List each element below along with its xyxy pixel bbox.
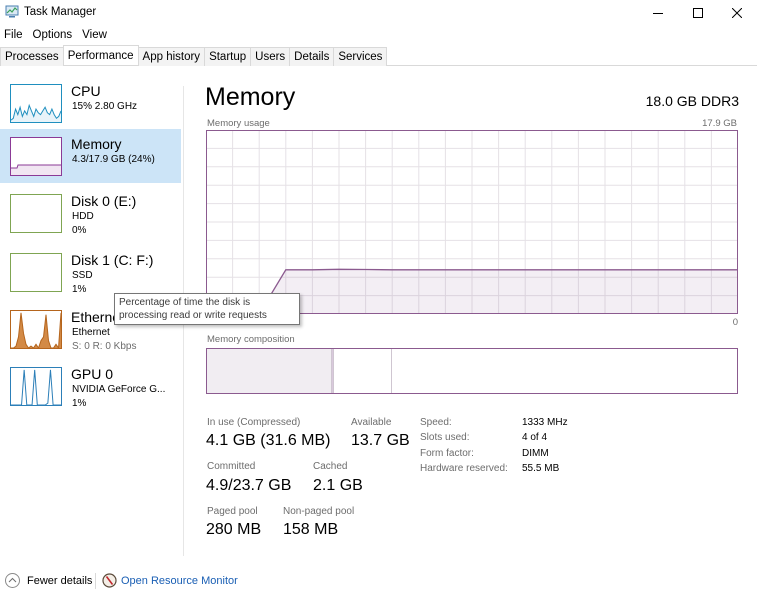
window-title: Task Manager <box>24 6 97 18</box>
title-bar: Task Manager <box>0 0 757 26</box>
cached-label: Cached <box>313 461 348 472</box>
menu-view[interactable]: View <box>77 27 112 45</box>
gpu-history-line <box>11 369 61 405</box>
tab-startup[interactable]: Startup <box>204 47 252 66</box>
memory-spec: 18.0 GB DDR3 <box>645 93 739 109</box>
available-label: Available <box>351 417 392 428</box>
memory-usage-chart <box>206 130 738 314</box>
sidebar-item-detail: NVIDIA GeForce G... <box>72 384 166 395</box>
ethernet-thumbnail-graph <box>10 310 62 349</box>
menu-file[interactable]: File <box>0 27 28 45</box>
sidebar-item-usage: 1% <box>72 398 87 409</box>
sidebar-item-name: CPU <box>71 83 101 99</box>
memory-composition-label: Memory composition <box>207 334 295 345</box>
sidebar-item-gpu-0[interactable]: GPU 0 NVIDIA GeForce G... 1% <box>0 359 181 413</box>
sidebar-item-detail: Ethernet <box>72 327 110 338</box>
composition-segment-free[interactable] <box>392 349 737 393</box>
speed-value: 1333 MHz <box>522 417 568 428</box>
tab-strip: Processes Performance App history Startu… <box>0 45 757 66</box>
close-icon <box>732 8 742 18</box>
gpu-thumbnail-graph <box>10 367 62 406</box>
tab-users[interactable]: Users <box>250 47 291 66</box>
cpu-thumbnail-graph <box>10 84 62 123</box>
resource-monitor-icon <box>102 573 117 588</box>
hardware-reserved-label: Hardware reserved: <box>420 463 508 474</box>
in-use-label: In use (Compressed) <box>207 417 301 428</box>
speed-label: Speed: <box>420 417 452 428</box>
close-button[interactable] <box>717 0 757 26</box>
sidebar-item-memory[interactable]: Memory 4.3/17.9 GB (24%) <box>0 129 181 183</box>
sidebar-item-detail: 4.3/17.9 GB (24%) <box>72 154 155 165</box>
composition-segment-standby[interactable] <box>334 349 393 393</box>
sidebar-item-usage: 0% <box>72 225 87 236</box>
paged-pool-value: 280 MB <box>206 521 262 538</box>
sidebar-item-cpu[interactable]: CPU 15% 2.80 GHz <box>0 76 181 130</box>
sidebar-item-detail: 15% 2.80 GHz <box>72 101 138 112</box>
minimize-button[interactable] <box>638 0 678 26</box>
sidebar-item-name: Memory <box>71 136 122 152</box>
non-paged-pool-value: 158 MB <box>283 521 339 538</box>
tooltip-line: Percentage of time the disk is <box>119 297 251 308</box>
tab-services[interactable]: Services <box>333 47 388 66</box>
committed-value: 4.9/23.7 GB <box>206 477 292 494</box>
slots-used-label: Slots used: <box>420 432 470 443</box>
tab-processes[interactable]: Processes <box>0 47 64 66</box>
form-factor-label: Form factor: <box>420 448 474 459</box>
maximize-icon <box>693 8 703 18</box>
memory-composition-bar <box>206 348 738 394</box>
task-manager-icon <box>5 5 19 18</box>
menu-bar: File Options View <box>0 27 112 45</box>
sidebar-item-throughput: S: 0 R: 0 Kbps <box>72 341 137 352</box>
maximize-button[interactable] <box>678 0 718 26</box>
ethernet-history-area <box>11 312 61 348</box>
memory-usage-label: Memory usage <box>207 118 270 129</box>
tab-details[interactable]: Details <box>289 47 335 66</box>
cached-value: 2.1 GB <box>313 477 363 494</box>
tab-app-history[interactable]: App history <box>137 47 206 66</box>
sidebar-item-disk-1[interactable]: Disk 1 (C: F:) SSD 1% <box>0 245 181 299</box>
slots-used-value: 4 of 4 <box>522 432 548 443</box>
footer: Fewer details Open Resource Monitor <box>0 570 757 592</box>
paged-pool-label: Paged pool <box>207 506 258 517</box>
memory-thumbnail-graph <box>10 137 62 176</box>
sidebar-item-usage: 1% <box>72 284 87 295</box>
sidebar-item-name: GPU 0 <box>71 366 114 382</box>
form-factor-value: DIMM <box>522 448 549 459</box>
in-use-value: 4.1 GB (31.6 MB) <box>206 432 331 449</box>
footer-separator <box>95 573 96 589</box>
fewer-details-button[interactable]: Fewer details <box>27 575 92 587</box>
available-value: 13.7 GB <box>351 432 410 449</box>
composition-segment-in-use[interactable] <box>207 349 332 393</box>
chart-axis-zero: 0 <box>732 317 738 328</box>
disk0-thumbnail-graph <box>10 194 62 233</box>
page-title: Memory <box>205 83 296 111</box>
sidebar-item-name: Etherne <box>71 309 121 325</box>
sidebar-item-detail: SSD <box>72 270 93 281</box>
disk-tooltip: Percentage of time the disk is processin… <box>114 293 300 325</box>
menu-options[interactable]: Options <box>28 27 78 45</box>
disk1-thumbnail-graph <box>10 253 62 292</box>
sidebar-item-name: Disk 1 (C: F:) <box>71 252 154 268</box>
tooltip-line: processing read or write requests <box>119 310 267 321</box>
sidebar-item-detail: HDD <box>72 211 94 222</box>
committed-label: Committed <box>207 461 256 472</box>
hardware-reserved-value: 55.5 MB <box>522 463 560 474</box>
tab-performance[interactable]: Performance <box>62 45 139 65</box>
sidebar-item-name: Disk 0 (E:) <box>71 193 137 209</box>
open-resource-monitor-link[interactable]: Open Resource Monitor <box>121 575 238 587</box>
memory-usage-max: 17.9 GB <box>702 118 737 129</box>
sidebar-item-disk-0[interactable]: Disk 0 (E:) HDD 0% <box>0 186 181 240</box>
non-paged-pool-label: Non-paged pool <box>283 506 355 517</box>
chevron-up-icon[interactable] <box>5 573 20 588</box>
minimize-icon <box>653 13 663 14</box>
